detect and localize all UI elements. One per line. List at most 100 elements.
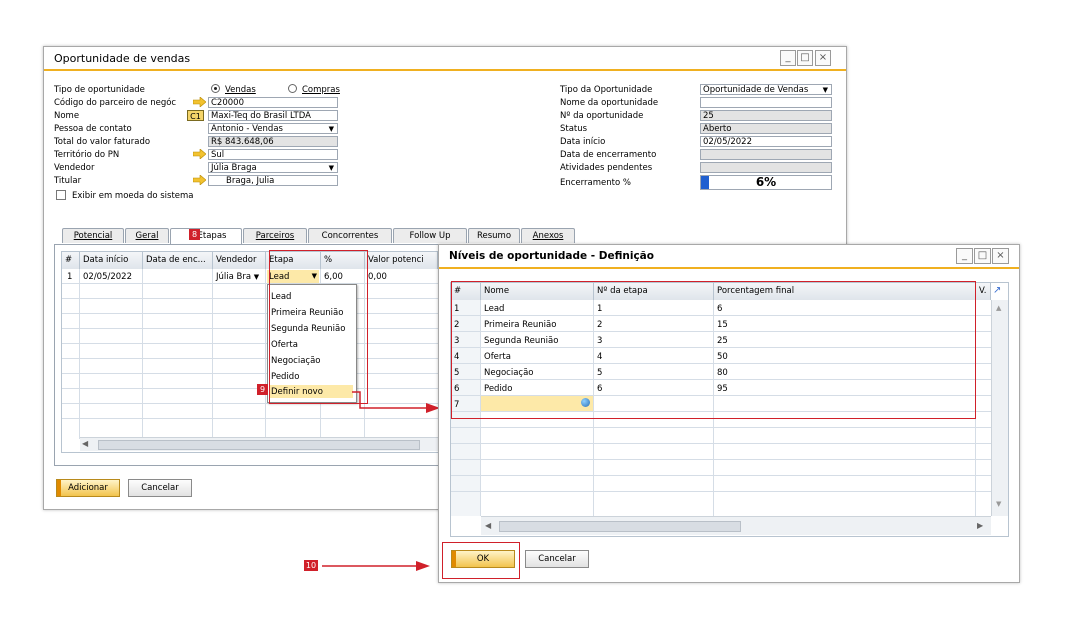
owner-field[interactable]: Braga, Julia xyxy=(208,175,338,186)
cancel-button[interactable]: Cancelar xyxy=(128,479,192,497)
start-date-field[interactable]: 02/05/2022 xyxy=(700,136,832,147)
highlight-stage-table xyxy=(451,281,976,419)
expand-icon[interactable]: ↗ xyxy=(993,285,1001,296)
minimize-icon[interactable]: _ xyxy=(780,50,796,66)
opp-number-field: 25 xyxy=(700,110,832,121)
status-field: Aberto xyxy=(700,123,832,134)
row1-salesperson[interactable]: Júlia Bra ▼ xyxy=(216,272,259,282)
label-pending-activities: Atividades pendentes xyxy=(560,163,653,173)
radio-compras[interactable] xyxy=(288,84,297,93)
dialog-cancel-button[interactable]: Cancelar xyxy=(525,550,589,568)
label-close-date: Data de encerramento xyxy=(560,150,657,160)
scroll-down-icon[interactable]: ▼ xyxy=(996,500,1001,508)
maximize-icon[interactable]: □ xyxy=(974,248,991,264)
chevron-down-icon: ▼ xyxy=(822,86,828,94)
close-icon[interactable]: × xyxy=(992,248,1009,264)
tab-follow-up[interactable]: Follow Up xyxy=(393,228,467,243)
tab-strip: Potencial Geral Etapas Parceiros Concorr… xyxy=(62,228,582,244)
grid-row-line xyxy=(62,328,438,329)
callout-badge-8: 8 xyxy=(189,229,200,240)
contact-value: Antonio - Vendas xyxy=(211,124,283,134)
salesperson-value: Júlia Braga xyxy=(211,163,257,173)
chevron-down-icon: ▼ xyxy=(328,164,334,172)
grid-line xyxy=(142,269,143,439)
label-status: Status xyxy=(560,124,588,134)
add-button[interactable]: Adicionar xyxy=(56,479,120,497)
grid-row-line xyxy=(62,298,438,299)
row1-potential-value[interactable]: 0,00 xyxy=(368,272,387,282)
grid-row-line xyxy=(62,373,438,374)
row1-num: 1 xyxy=(67,272,73,282)
label-total-invoiced: Total do valor faturado xyxy=(54,137,151,147)
col-start-date: Data início xyxy=(80,252,143,269)
label-start-date: Data início xyxy=(560,137,606,147)
territory-link-arrow-icon[interactable] xyxy=(193,149,206,159)
salesperson-select[interactable]: Júlia Braga ▼ xyxy=(208,162,338,173)
horizontal-scrollbar[interactable]: ◀ xyxy=(80,437,438,451)
label-bp-code: Código do parceiro de negóc xyxy=(54,98,177,108)
opp-type-select[interactable]: Oportunidade de Vendas ▼ xyxy=(700,84,832,95)
link-arrow-icon[interactable] xyxy=(193,97,206,107)
label-opp-name: Nome da oportunidade xyxy=(560,98,659,108)
closing-pct-bar: 6% xyxy=(700,175,832,190)
scroll-left-icon[interactable]: ◀ xyxy=(82,439,88,448)
name-field[interactable]: Maxi-Teq do Brasil LTDA xyxy=(208,110,338,121)
radio-vendas[interactable] xyxy=(211,84,220,93)
horizontal-scrollbar[interactable]: ◀ ▶ xyxy=(481,516,991,535)
grid-row-line xyxy=(451,459,1008,460)
close-date-field xyxy=(700,149,832,160)
col-potential-value: Valor potenci xyxy=(365,252,438,269)
scroll-right-icon[interactable]: ▶ xyxy=(977,521,983,530)
scroll-thumb[interactable] xyxy=(98,440,420,450)
label-owner: Titular xyxy=(54,176,82,186)
owner-value: Braga, Julia xyxy=(226,176,275,186)
label-opportunity-type: Tipo de oportunidade xyxy=(54,85,145,95)
tab-resumo[interactable]: Resumo xyxy=(468,228,520,243)
window-title: Oportunidade de vendas xyxy=(54,52,191,65)
label-opp-number: Nº da oportunidade xyxy=(560,111,644,121)
chevron-down-icon: ▼ xyxy=(253,273,260,281)
col-v: V. xyxy=(976,283,991,300)
row1-salesperson-value: Júlia Bra xyxy=(216,272,252,282)
grid-row-line xyxy=(62,358,438,359)
grid-row-line xyxy=(62,418,438,419)
tab-concorrentes[interactable]: Concorrentes xyxy=(308,228,392,243)
owner-link-arrow-icon[interactable] xyxy=(193,175,206,185)
col-salesperson: Vendedor xyxy=(213,252,266,269)
system-currency-checkbox[interactable] xyxy=(56,190,66,200)
stages-grid: # Data início Data de enc... Vendedor Et… xyxy=(61,251,439,453)
grid-row-line xyxy=(451,443,1008,444)
minimize-icon[interactable]: _ xyxy=(956,248,973,264)
grid-line xyxy=(265,269,266,439)
tab-parceiros[interactable]: Parceiros xyxy=(243,228,307,243)
scroll-up-icon[interactable]: ▲ xyxy=(996,304,1001,312)
vertical-scrollbar[interactable]: ▲ ▼ xyxy=(991,300,1008,516)
grid-row-line xyxy=(62,343,438,344)
callout-badge-10: 10 xyxy=(304,560,318,571)
chevron-down-icon: ▼ xyxy=(328,125,334,133)
row1-start-date[interactable]: 02/05/2022 xyxy=(83,272,132,282)
close-icon[interactable]: × xyxy=(815,50,831,66)
grid-row-line xyxy=(451,427,1008,428)
nome-badge[interactable]: C1 xyxy=(187,110,204,121)
title-bar: Oportunidade de vendas _ □ × xyxy=(44,47,846,71)
col-close-date: Data de enc... xyxy=(143,252,213,269)
tab-potencial[interactable]: Potencial xyxy=(62,228,124,243)
tab-anexos[interactable]: Anexos xyxy=(521,228,575,243)
grid-row-line xyxy=(62,313,438,314)
scroll-thumb[interactable] xyxy=(499,521,741,532)
contact-select[interactable]: Antonio - Vendas ▼ xyxy=(208,123,338,134)
grid-row-line xyxy=(451,475,1008,476)
col-num: # xyxy=(62,252,80,269)
tab-geral[interactable]: Geral xyxy=(125,228,169,243)
dialog-title: Níveis de oportunidade - Definição xyxy=(449,250,654,262)
grid-row-line xyxy=(451,491,1008,492)
territory-field[interactable]: Sul xyxy=(208,149,338,160)
bp-code-field[interactable]: C20000 xyxy=(208,97,338,108)
maximize-icon[interactable]: □ xyxy=(797,50,813,66)
scroll-left-icon[interactable]: ◀ xyxy=(485,521,491,530)
highlight-stage-column xyxy=(269,250,368,404)
opp-name-field[interactable] xyxy=(700,97,832,108)
highlight-ok-button xyxy=(442,542,520,579)
tab-etapas[interactable]: Etapas xyxy=(170,228,242,244)
